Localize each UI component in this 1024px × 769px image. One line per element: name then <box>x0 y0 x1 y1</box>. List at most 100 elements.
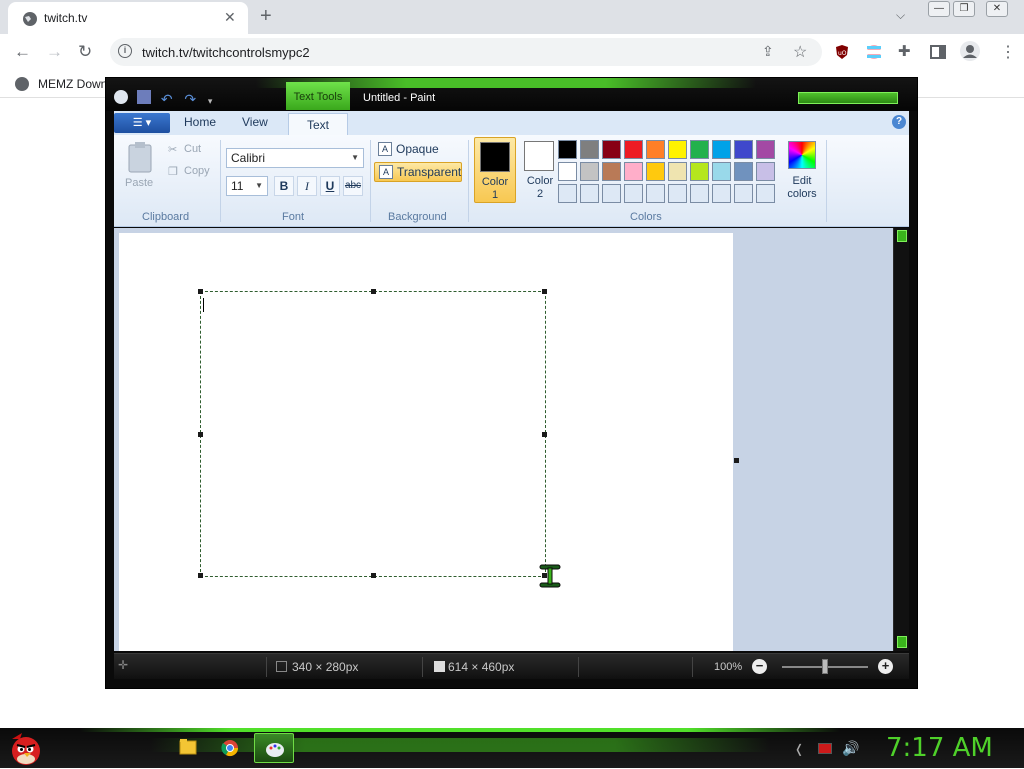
strikethrough-button[interactable]: abc <box>343 176 363 196</box>
palette-swatch[interactable] <box>756 140 775 159</box>
extensions-puzzle-icon[interactable]: ✚ <box>898 42 911 60</box>
palette-swatch[interactable] <box>668 140 687 159</box>
canvas-resize-handle[interactable] <box>734 458 739 463</box>
palette-swatch[interactable] <box>734 184 753 203</box>
font-family-select[interactable]: Calibri ▼ <box>226 148 364 168</box>
tab-search-chevron-icon[interactable]: ⌵ <box>896 8 905 23</box>
palette-swatch[interactable] <box>712 184 731 203</box>
transparent-button[interactable]: A Transparent <box>374 162 462 182</box>
minimize-button[interactable]: — <box>928 1 950 17</box>
zoom-in-button[interactable]: + <box>878 659 893 674</box>
palette-swatch[interactable] <box>558 184 577 203</box>
share-icon[interactable]: ⇪ <box>762 43 774 60</box>
resize-handle[interactable] <box>198 573 203 578</box>
copy-label[interactable]: Copy <box>184 165 210 177</box>
extension-flag-icon[interactable] <box>866 44 882 60</box>
color1-button[interactable]: Color 1 <box>474 137 516 203</box>
palette-swatch[interactable] <box>580 140 599 159</box>
palette-swatch[interactable] <box>602 140 621 159</box>
palette-swatch[interactable] <box>580 184 599 203</box>
side-panel-icon[interactable] <box>930 44 946 60</box>
palette-swatch[interactable] <box>734 140 753 159</box>
tab-text[interactable]: Text <box>288 113 348 137</box>
save-icon[interactable] <box>137 90 152 104</box>
paint-taskbar-button[interactable] <box>254 733 294 763</box>
resize-handle[interactable] <box>371 289 376 294</box>
palette-swatch[interactable] <box>690 140 709 159</box>
palette-swatch[interactable] <box>690 162 709 181</box>
palette-swatch[interactable] <box>712 140 731 159</box>
resize-handle[interactable] <box>371 573 376 578</box>
customize-qat-chevron-icon[interactable]: ▾ <box>208 94 222 108</box>
palette-swatch[interactable] <box>646 140 665 159</box>
color2-button[interactable]: Color 2 <box>519 137 561 203</box>
resize-handle[interactable] <box>198 289 203 294</box>
italic-button[interactable]: I <box>297 176 317 196</box>
new-tab-button[interactable]: + <box>260 5 272 28</box>
paint-menu-button[interactable]: ☰ ▾ <box>114 113 170 133</box>
palette-swatch[interactable] <box>602 162 621 181</box>
palette-swatch[interactable] <box>690 184 709 203</box>
palette-swatch[interactable] <box>624 140 643 159</box>
resize-handle[interactable] <box>542 289 547 294</box>
paste-label[interactable]: Paste <box>125 177 153 189</box>
cut-icon[interactable]: ✂ <box>168 143 177 156</box>
palette-swatch[interactable] <box>668 184 687 203</box>
zoom-out-button[interactable]: − <box>752 659 767 674</box>
start-button-angry-bird-icon[interactable] <box>6 729 46 767</box>
zoom-slider-thumb[interactable] <box>822 659 828 674</box>
resize-handle[interactable] <box>198 432 203 437</box>
text-box-selection[interactable] <box>198 289 547 578</box>
ublock-icon[interactable]: uO <box>834 44 850 60</box>
palette-swatch[interactable] <box>646 184 665 203</box>
volume-icon[interactable]: 🔊 <box>842 740 859 757</box>
drawing-canvas[interactable] <box>119 233 733 651</box>
palette-swatch[interactable] <box>580 162 599 181</box>
bookmark-star-icon[interactable]: ☆ <box>793 42 807 62</box>
reload-icon[interactable]: ↻ <box>78 42 92 62</box>
tab-view[interactable]: View <box>242 115 268 129</box>
tab-home[interactable]: Home <box>184 115 216 129</box>
vertical-scrollbar[interactable] <box>893 228 909 651</box>
close-tab-icon[interactable]: ✕ <box>224 9 236 26</box>
palette-swatch[interactable] <box>624 184 643 203</box>
address-bar[interactable]: i twitch.tv/twitchcontrolsmypc2 ⇪ ☆ <box>110 38 822 66</box>
close-window-button[interactable]: ✕ <box>986 1 1008 17</box>
palette-swatch[interactable] <box>756 162 775 181</box>
redo-icon[interactable]: ↷ <box>184 92 198 106</box>
palette-swatch[interactable] <box>734 162 753 181</box>
paste-icon[interactable] <box>126 141 154 173</box>
palette-swatch[interactable] <box>756 184 775 203</box>
chrome-icon[interactable] <box>210 733 250 763</box>
taskbar-clock[interactable]: 7:17 AM <box>886 733 993 763</box>
bold-button[interactable]: B <box>274 176 294 196</box>
resize-handle[interactable] <box>542 432 547 437</box>
file-explorer-icon[interactable] <box>168 733 208 763</box>
forward-arrow-icon[interactable]: → <box>46 42 63 62</box>
palette-swatch[interactable] <box>712 162 731 181</box>
copy-icon[interactable]: ❐ <box>168 165 178 178</box>
undo-icon[interactable]: ↶ <box>161 92 175 106</box>
font-size-select[interactable]: 11 ▼ <box>226 176 268 196</box>
address-url[interactable]: twitch.tv/twitchcontrolsmypc2 <box>142 45 310 60</box>
paint-app-icon[interactable] <box>114 90 128 104</box>
palette-swatch[interactable] <box>668 162 687 181</box>
scroll-up-button[interactable] <box>897 230 907 242</box>
underline-button[interactable]: U <box>320 176 340 196</box>
palette-swatch[interactable] <box>558 140 577 159</box>
palette-swatch[interactable] <box>624 162 643 181</box>
profile-avatar[interactable] <box>960 41 980 61</box>
edit-colors-button[interactable]: Edit colors <box>784 137 820 203</box>
window-caption-buttons[interactable] <box>798 92 898 104</box>
tray-app-icon[interactable] <box>818 743 832 754</box>
palette-swatch[interactable] <box>646 162 665 181</box>
opaque-button[interactable]: A Opaque <box>374 140 454 160</box>
palette-swatch[interactable] <box>558 162 577 181</box>
restore-button[interactable]: ❐ <box>953 1 975 17</box>
back-arrow-icon[interactable]: ← <box>14 42 31 62</box>
help-icon[interactable]: ? <box>892 115 906 129</box>
site-info-icon[interactable]: i <box>118 44 132 58</box>
menu-kebab-icon[interactable]: ⋮ <box>1000 42 1016 62</box>
palette-swatch[interactable] <box>602 184 621 203</box>
cut-label[interactable]: Cut <box>184 143 201 155</box>
